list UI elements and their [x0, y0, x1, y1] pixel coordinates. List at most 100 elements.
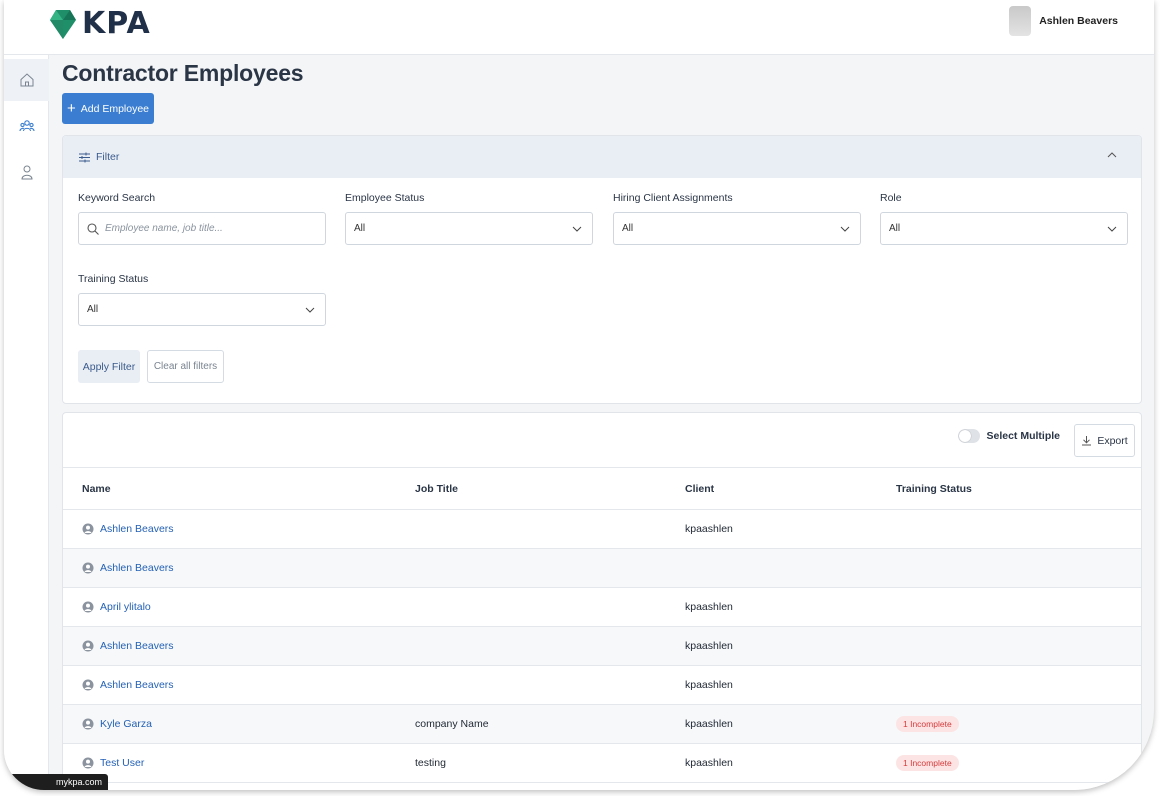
table-row: Test User testing kpaashlen 1 Incomplete: [63, 744, 1141, 783]
person-icon: [20, 165, 33, 180]
filter-title: Filter: [96, 151, 120, 163]
person-icon: [82, 640, 94, 652]
kpa-logo[interactable]: KPA: [48, 5, 151, 41]
job-title-cell: company Name: [415, 718, 489, 730]
employee-status-value: All: [354, 223, 366, 234]
employee-table-panel: Select Multiple Export Name Job Title Cl…: [62, 412, 1142, 790]
column-header-name[interactable]: Name: [82, 468, 111, 509]
search-icon: [87, 222, 99, 235]
toggle-knob: [959, 430, 972, 442]
role-select[interactable]: All: [880, 212, 1128, 245]
sidebar: [4, 55, 49, 790]
person-icon: [82, 718, 94, 730]
status-badge: 1 Incomplete: [896, 716, 959, 732]
role-label: Role: [880, 192, 902, 204]
filter-panel: Filter Keyword Search Employee name, job…: [62, 135, 1142, 404]
column-header-training-status[interactable]: Training Status: [896, 468, 972, 509]
filter-header[interactable]: Filter: [63, 136, 1141, 178]
table-row: Ashlen Beavers kpaashlen: [63, 666, 1141, 705]
table-header: Name Job Title Client Training Status: [63, 467, 1141, 510]
export-label: Export: [1097, 434, 1128, 447]
user-name: Ashlen Beavers: [1039, 15, 1118, 27]
status-bar-url: mykpa.com: [4, 774, 109, 790]
avatar: [1009, 6, 1032, 36]
sidebar-item-employees[interactable]: [4, 105, 49, 147]
employee-name-link[interactable]: April ylitalo: [82, 588, 151, 626]
keyword-search-label: Keyword Search: [78, 192, 156, 204]
training-status-cell: 1 Incomplete: [896, 705, 959, 743]
employee-name: Ashlen Beavers: [100, 679, 174, 691]
employee-status-label: Employee Status: [345, 192, 425, 204]
employee-name-link[interactable]: Ashlen Beavers: [82, 510, 174, 548]
role-value: All: [889, 223, 901, 234]
employee-name-link[interactable]: Ashlen Beavers: [82, 549, 174, 587]
table-row: Ashlen Beavers kpaashlen: [63, 627, 1141, 666]
client-cell: kpaashlen: [685, 640, 733, 652]
keyword-search-placeholder: Employee name, job title...: [105, 223, 223, 234]
person-icon: [82, 601, 94, 613]
top-bar: KPA Ashlen Beavers: [4, 0, 1154, 55]
status-badge: 1 Incomplete: [896, 755, 959, 771]
table-row: Kyle Garza company Name kpaashlen 1 Inco…: [63, 705, 1141, 744]
employee-name: Kyle Garza: [100, 718, 152, 730]
employee-name: April ylitalo: [100, 601, 151, 613]
training-status-label: Training Status: [78, 273, 149, 285]
user-menu[interactable]: Ashlen Beavers: [1009, 6, 1118, 36]
employee-name: Ashlen Beavers: [100, 562, 174, 574]
add-employee-button[interactable]: + Add Employee: [62, 93, 154, 124]
logo-mark-icon: [50, 10, 76, 39]
table-row: April ylitalo kpaashlen: [63, 588, 1141, 627]
job-title-cell: testing: [415, 757, 446, 769]
hiring-client-select[interactable]: All: [613, 212, 861, 245]
employee-name: Ashlen Beavers: [100, 640, 174, 652]
add-employee-label: Add Employee: [80, 102, 150, 115]
person-icon: [82, 757, 94, 769]
chevron-up-icon[interactable]: [1107, 150, 1117, 160]
app-window: KPA Ashlen Beavers Contractor Employees: [4, 0, 1154, 790]
client-cell: kpaashlen: [685, 523, 733, 535]
employee-name-link[interactable]: Ashlen Beavers: [82, 627, 174, 665]
select-multiple-toggle[interactable]: [958, 429, 981, 443]
main-content: Contractor Employees + Add Employee Filt…: [62, 55, 1146, 790]
person-icon: [82, 523, 94, 535]
client-cell: kpaashlen: [685, 718, 733, 730]
users-icon: [18, 120, 35, 132]
employee-name-link[interactable]: Ashlen Beavers: [82, 666, 174, 704]
plus-icon: +: [66, 99, 76, 117]
sliders-icon: [79, 152, 90, 162]
page-title: Contractor Employees: [62, 60, 304, 86]
sidebar-item-home[interactable]: [4, 59, 49, 101]
employee-name: Test User: [100, 757, 145, 769]
keyword-search-input[interactable]: Employee name, job title...: [78, 212, 326, 245]
chevron-down-icon: [572, 226, 582, 232]
table-row: Ashlen Beavers kpaashlen: [63, 510, 1141, 549]
hiring-client-value: All: [622, 223, 634, 234]
table-body: Ashlen Beavers kpaashlen Ashlen Beavers: [63, 510, 1141, 783]
training-status-cell: 1 Incomplete: [896, 744, 959, 782]
chevron-down-icon: [840, 226, 850, 232]
select-multiple-toggle-group: Select Multiple: [958, 429, 1060, 443]
training-status-value: All: [87, 304, 99, 315]
person-icon: [82, 562, 94, 574]
clear-filters-button[interactable]: Clear all filters: [147, 350, 224, 383]
training-status-select[interactable]: All: [78, 293, 326, 326]
download-icon: [1082, 436, 1092, 446]
apply-filter-button[interactable]: Apply Filter: [78, 350, 140, 383]
employee-status-select[interactable]: All: [345, 212, 593, 245]
column-header-client[interactable]: Client: [685, 468, 714, 509]
sidebar-item-profile[interactable]: [4, 151, 49, 193]
chevron-down-icon: [305, 307, 315, 313]
logo-text: KPA: [82, 5, 151, 41]
person-icon: [82, 679, 94, 691]
column-header-job-title[interactable]: Job Title: [415, 468, 458, 509]
export-button[interactable]: Export: [1074, 424, 1135, 457]
employee-name-link[interactable]: Kyle Garza: [82, 705, 152, 743]
hiring-client-label: Hiring Client Assignments: [613, 192, 733, 204]
chevron-down-icon: [1107, 226, 1117, 232]
client-cell: kpaashlen: [685, 679, 733, 691]
select-multiple-label: Select Multiple: [986, 430, 1060, 442]
client-cell: kpaashlen: [685, 757, 733, 769]
home-icon: [20, 73, 33, 87]
table-row: Ashlen Beavers: [63, 549, 1141, 588]
employee-name: Ashlen Beavers: [100, 523, 174, 535]
